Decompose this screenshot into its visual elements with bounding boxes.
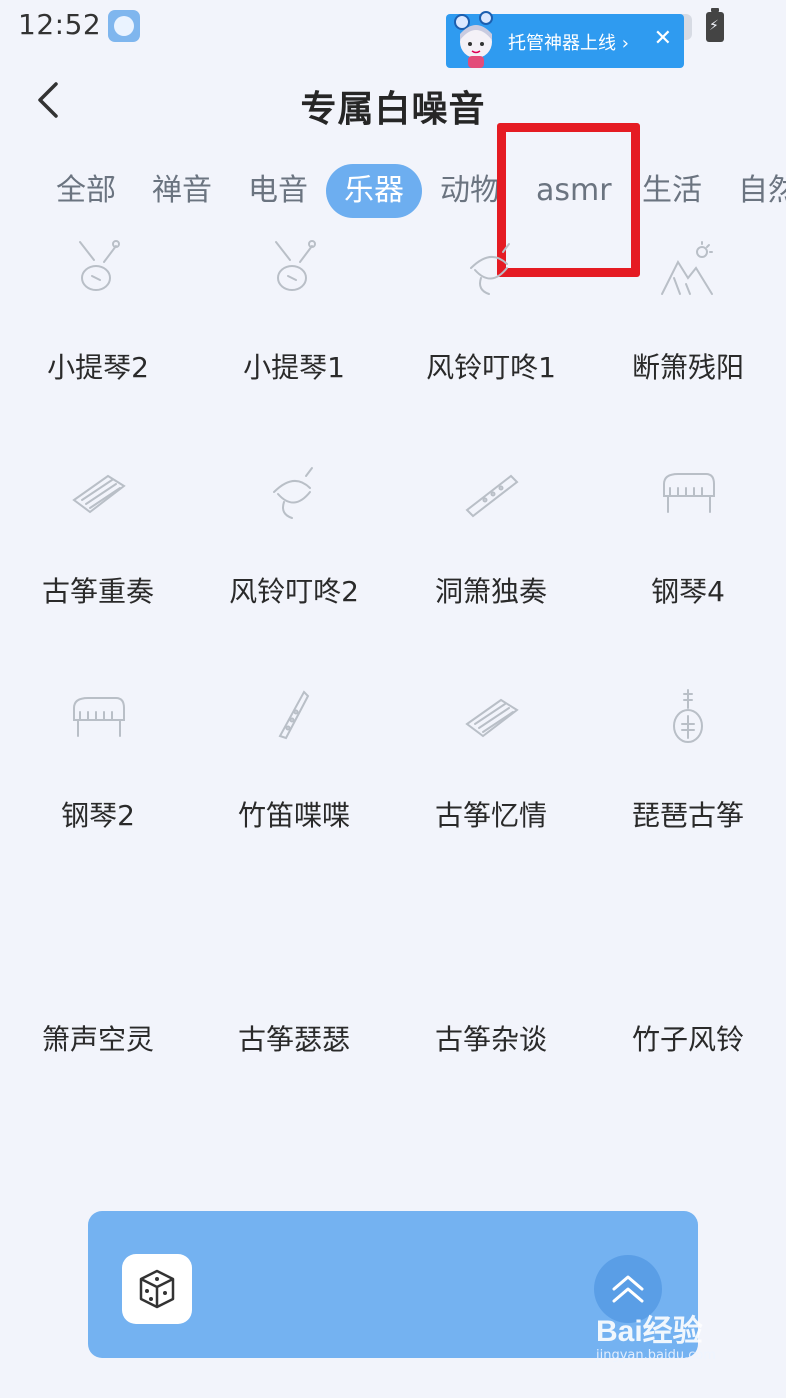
sound-label: 古筝忆情 <box>434 799 547 832</box>
watermark: Bai经验 jingyan.baidu.com <box>596 1306 716 1363</box>
tab-asmr[interactable]: asmr <box>536 164 612 218</box>
sound-item[interactable]: 洞箫独奏 <box>393 448 589 672</box>
status-time: 12:52 <box>18 8 102 41</box>
wind-chime-icon <box>273 467 313 519</box>
sound-item[interactable]: 风铃叮咚2 <box>196 448 392 672</box>
tab-electronic[interactable]: 电音 <box>248 164 308 218</box>
sound-item[interactable]: 钢琴4 <box>590 448 786 672</box>
tab-life[interactable]: 生活 <box>642 164 702 218</box>
clarinet-icon <box>278 690 310 740</box>
sound-label: 琵琶古筝 <box>631 799 744 832</box>
page-title: 专属白噪音 <box>300 89 486 130</box>
watermark-url: jingyan.baidu.com <box>596 1348 716 1363</box>
close-icon[interactable]: ✕ <box>654 26 672 52</box>
tab-all[interactable]: 全部 <box>56 164 116 218</box>
sound-item[interactable]: 箫声空灵 <box>0 896 196 1120</box>
tab-animals[interactable]: 动物 <box>440 164 500 218</box>
sound-label: 古筝重奏 <box>41 575 154 608</box>
sound-label: 箫声空灵 <box>41 1023 154 1056</box>
sound-label: 风铃叮咚1 <box>426 351 556 384</box>
sound-item[interactable]: 钢琴2 <box>0 672 196 896</box>
sound-label: 竹笛喋喋 <box>237 799 350 832</box>
header: 专属白噪音 <box>0 66 786 138</box>
sound-item[interactable]: 断箫残阳 <box>590 224 786 448</box>
sound-label: 钢琴4 <box>651 575 725 608</box>
guzheng-icon <box>72 474 126 514</box>
random-button[interactable] <box>122 1254 192 1324</box>
sound-item[interactable]: 竹笛喋喋 <box>196 672 392 896</box>
violin-icon <box>79 240 120 291</box>
sound-item[interactable]: 古筝重奏 <box>0 448 196 672</box>
promo-text: 托管神器上线 › <box>508 33 629 54</box>
tab-instruments[interactable]: 乐器 <box>326 164 422 218</box>
sound-item[interactable]: 古筝瑟瑟 <box>196 896 392 1120</box>
double-chevron-up-icon <box>612 1275 644 1303</box>
pipa-icon <box>673 689 703 743</box>
sound-label: 古筝瑟瑟 <box>237 1023 350 1056</box>
flute-icon <box>465 474 519 518</box>
watermark-logo: Bai经验 <box>596 1315 703 1348</box>
sound-item[interactable]: 小提琴2 <box>0 224 196 448</box>
anime-avatar-icon <box>454 11 493 68</box>
violin-icon <box>275 240 316 291</box>
mountain-sun-icon <box>661 241 713 295</box>
sound-item[interactable]: 竹子风铃 <box>590 896 786 1120</box>
sound-item[interactable]: 古筝忆情 <box>393 672 589 896</box>
category-tabs: 全部 禅音 电音 乐器 动物 asmr 生活 自然 <box>0 164 786 220</box>
sound-label: 古筝杂谈 <box>434 1023 547 1056</box>
sound-label: 竹子风铃 <box>631 1023 744 1056</box>
battery-icon: ⚡ <box>706 8 724 42</box>
tab-zen[interactable]: 禅音 <box>152 164 212 218</box>
sound-label: 洞箫独奏 <box>434 575 547 608</box>
promo-banner[interactable]: 托管神器上线 › ✕ <box>446 11 684 68</box>
sound-item[interactable]: 小提琴1 <box>196 224 392 448</box>
sound-item[interactable]: 风铃叮咚1 <box>393 224 589 448</box>
tab-nature[interactable]: 自然 <box>738 164 786 218</box>
dice-icon <box>139 1269 175 1309</box>
guzheng-icon <box>465 698 519 738</box>
wind-chime-icon <box>470 243 510 295</box>
sound-label: 断箫残阳 <box>631 351 744 384</box>
piano-icon <box>663 473 715 513</box>
sound-item[interactable]: 琵琶古筝 <box>590 672 786 896</box>
sound-label: 钢琴2 <box>61 799 135 832</box>
sound-label: 小提琴2 <box>47 351 149 384</box>
sound-label: 小提琴1 <box>243 351 345 384</box>
app-notification-icon <box>108 10 140 42</box>
sound-label: 风铃叮咚2 <box>229 575 359 608</box>
piano-icon <box>73 697 125 737</box>
sound-item[interactable]: 古筝杂谈 <box>393 896 589 1120</box>
